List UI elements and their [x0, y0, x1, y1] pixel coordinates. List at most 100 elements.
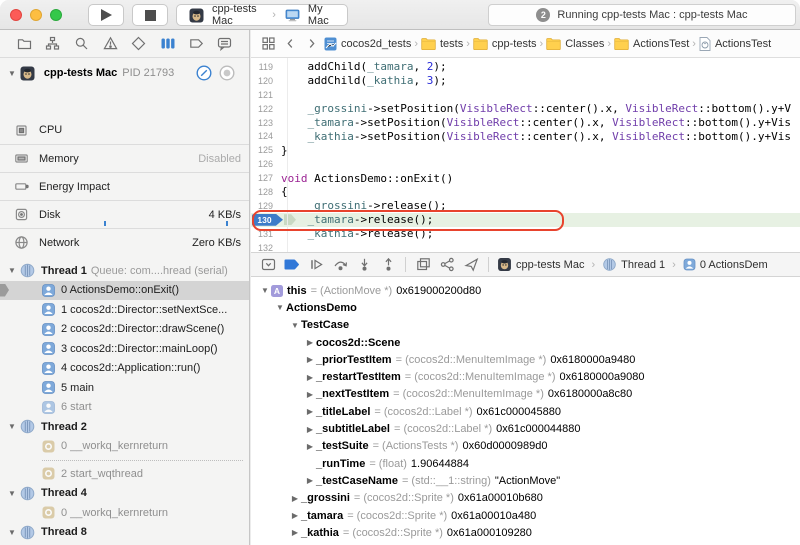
variable-row[interactable]: ▶ _kathia = (cocos2d::Sprite *) 0x61a000109… [251, 524, 800, 541]
code-line[interactable]: 125} [251, 143, 800, 157]
tab-find-navigator[interactable] [71, 34, 91, 54]
scheme-selector[interactable]: cpp-tests Mac › My Mac [176, 3, 348, 27]
variable-row[interactable]: ▶ _nextTestItem = (cocos2d::MenuItemImage … [251, 386, 800, 403]
disclosure-triangle-icon[interactable]: ▶ [304, 338, 316, 347]
code-line[interactable]: 127 void ActionsDemo::onExit() [251, 171, 800, 185]
variable-row[interactable]: _runTime = (float) 1.90644884 [251, 455, 800, 472]
disclosure-triangle-icon[interactable]: ▶ [304, 425, 316, 434]
disclosure-triangle-icon[interactable]: ▶ [304, 407, 316, 416]
stack-frame-row[interactable]: 2 cocos2d::Director::drawScene() [0, 320, 249, 340]
debug-breadcrumb-item[interactable]: Thread 1 [602, 257, 665, 272]
debug-breadcrumb-item[interactable]: 0 ActionsDem [683, 258, 768, 271]
variable-row[interactable]: ▶ _priorTestItem = (cocos2d::MenuItemImage… [251, 351, 800, 368]
stack-frame-row[interactable]: 0 ActionsDemo::onExit() [0, 280, 249, 300]
breadcrumb-item[interactable]: Classes [546, 37, 604, 50]
tab-symbol-navigator[interactable] [43, 34, 63, 54]
line-number[interactable]: 128 [251, 187, 281, 197]
back-button[interactable] [284, 36, 297, 51]
thread-header[interactable]: ▼ Thread 1 Queue: com....hread (serial) [0, 261, 249, 281]
variable-row[interactable]: ▼ ActionsDemo [251, 299, 800, 316]
tab-breakpoint-navigator[interactable] [186, 34, 206, 54]
thread-header[interactable]: ▼ Thread 8 [0, 523, 249, 543]
stack-frame-row[interactable]: 5 main [0, 378, 249, 398]
gauge-energy-impact[interactable]: Energy Impact [0, 172, 249, 200]
line-number[interactable]: 121 [251, 90, 281, 100]
code-line[interactable]: 119 addChild(_tamara, 2); [251, 60, 800, 74]
code-line[interactable]: 132 [251, 241, 800, 252]
tab-issue-navigator[interactable] [100, 34, 120, 54]
continue-button[interactable] [305, 255, 327, 275]
simulate-location-button[interactable] [460, 255, 482, 275]
line-number[interactable]: 124 [251, 131, 281, 141]
line-number[interactable]: 125 [251, 145, 281, 155]
stack-frame-row[interactable]: 6 start [0, 398, 249, 418]
variable-row[interactable]: ▶ _subtitleLabel = (cocos2d::Label *) 0x61c… [251, 420, 800, 437]
variable-row[interactable]: ▼ TestCase [251, 317, 800, 334]
forward-button[interactable] [305, 36, 318, 51]
line-number[interactable]: 122 [251, 104, 281, 114]
stack-frame-row[interactable]: 0 __workq_kernreturn [0, 503, 249, 523]
code-line[interactable]: 126 [251, 157, 800, 171]
disclosure-triangle-icon[interactable]: ▶ [304, 442, 316, 451]
memory-debug-button[interactable] [219, 65, 235, 84]
breadcrumb-item[interactable]: ActionsTest [614, 37, 689, 50]
step-over-button[interactable] [329, 255, 351, 275]
variable-row[interactable]: ▶ _grossini = (cocos2d::Sprite *) 0x61a0001… [251, 490, 800, 507]
debug-breadcrumb-item[interactable]: cpp-tests Mac [497, 257, 584, 272]
disclosure-triangle-icon[interactable]: ▶ [304, 390, 316, 399]
disclosure-triangle-icon[interactable]: ▶ [304, 476, 316, 485]
stack-frame-row[interactable]: 2 start_wqthread [0, 464, 249, 484]
code-line[interactable]: 121 [251, 88, 800, 102]
code-line[interactable]: 128{ [251, 185, 800, 199]
disclosure-triangle-icon[interactable]: ▼ [8, 69, 16, 78]
view-hierarchy-button[interactable] [412, 255, 434, 275]
line-number[interactable]: 123 [251, 118, 281, 128]
breakpoints-toggle-button[interactable] [281, 255, 303, 275]
code-line[interactable]: 123 _tamara->setPosition(VisibleRect::ce… [251, 116, 800, 130]
disclosure-triangle-icon[interactable]: ▼ [274, 303, 286, 312]
pause-process-button[interactable] [196, 65, 212, 84]
disclosure-triangle-icon[interactable]: ▶ [304, 355, 316, 364]
process-row[interactable]: ▼ cpp-tests Mac PID 21793 [0, 59, 249, 87]
code-area[interactable]: 119 addChild(_tamara, 2); 120 addChild(_k… [251, 58, 800, 252]
line-number[interactable]: 127 [251, 173, 281, 183]
stop-button[interactable] [132, 4, 168, 26]
line-number[interactable]: 120 [251, 76, 281, 86]
disclosure-triangle-icon[interactable]: ▼ [289, 321, 301, 330]
line-number[interactable]: 131 [251, 229, 281, 239]
breadcrumb-item[interactable]: cpp-tests [473, 37, 537, 50]
thread-header[interactable]: ▼ Thread 4 [0, 484, 249, 504]
line-number[interactable]: 132 [251, 243, 281, 252]
gauge-disk[interactable]: Disk 4 KB/s [0, 200, 249, 228]
run-button[interactable] [88, 4, 124, 26]
breakpoint-badge[interactable]: 130 [252, 213, 283, 226]
variable-row[interactable]: ▶ _restartTestItem = (cocos2d::MenuItemIma… [251, 368, 800, 385]
disclosure-triangle-icon[interactable]: ▶ [289, 528, 301, 537]
disclosure-triangle-icon[interactable]: ▼ [8, 422, 20, 431]
stack-frame-row[interactable]: 4 cocos2d::Application::run() [0, 359, 249, 379]
variable-row[interactable]: ▼ Athis = (ActionMove *) 0x619000200d80 [251, 282, 800, 299]
hide-debug-area-button[interactable] [257, 255, 279, 275]
close-window-button[interactable] [10, 9, 22, 21]
activity-viewer[interactable]: 2 Running cpp-tests Mac : cpp-tests Mac [488, 4, 796, 26]
gauge-memory[interactable]: Memory Disabled [0, 144, 249, 172]
tab-project-navigator[interactable] [14, 34, 34, 54]
stack-frame-row[interactable]: 3 cocos2d::Director::mainLoop() [0, 339, 249, 359]
tab-debug-navigator[interactable] [158, 34, 178, 54]
related-items-icon[interactable] [261, 36, 276, 51]
variable-row[interactable]: ▶ _tamara = (cocos2d::Sprite *) 0x61a00010a… [251, 507, 800, 524]
variable-row[interactable]: ▶ _testSuite = (ActionsTests *) 0x60d000098… [251, 438, 800, 455]
gauge-network[interactable]: Network Zero KB/s [0, 228, 249, 256]
variable-row[interactable]: ▶ _testCaseName = (std::__1::string) "Actio… [251, 472, 800, 489]
disclosure-triangle-icon[interactable]: ▼ [8, 489, 20, 498]
line-number[interactable]: 129 [251, 201, 281, 211]
minimize-window-button[interactable] [30, 9, 42, 21]
tab-test-navigator[interactable] [129, 34, 149, 54]
step-out-button[interactable] [377, 255, 399, 275]
disclosure-triangle-icon[interactable]: ▼ [8, 266, 20, 275]
variable-row[interactable]: ▶ _titleLabel = (cocos2d::Label *) 0x61c000… [251, 403, 800, 420]
stack-frame-row[interactable]: 0 __workq_kernreturn [0, 437, 249, 457]
line-number[interactable]: 119 [251, 62, 281, 72]
disclosure-triangle-icon[interactable]: ▶ [289, 494, 301, 503]
step-into-button[interactable] [353, 255, 375, 275]
